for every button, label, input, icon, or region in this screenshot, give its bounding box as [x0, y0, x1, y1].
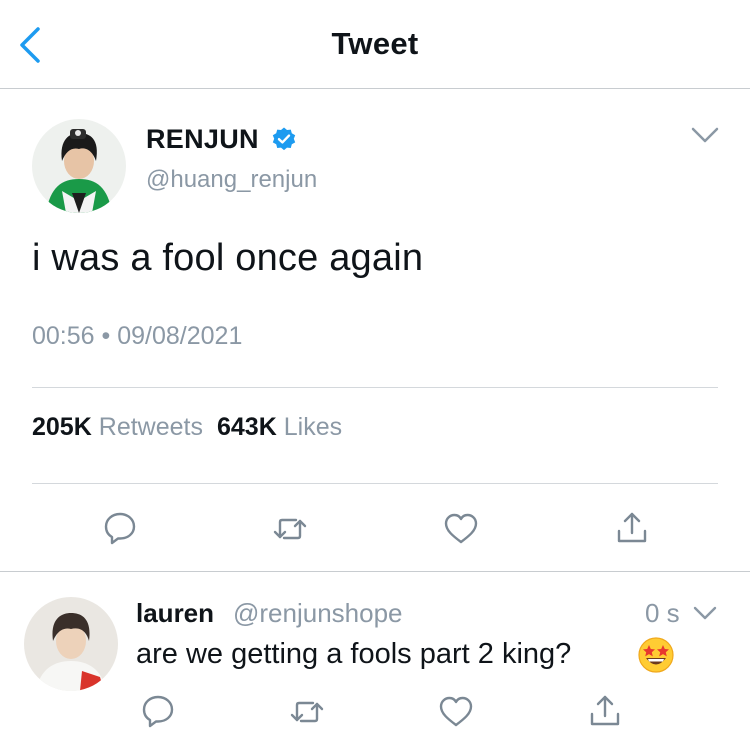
- tweet-text: i was a fool once again: [32, 237, 424, 279]
- retweet-icon[interactable]: [289, 694, 325, 730]
- star-struck-emoji-icon: [638, 637, 674, 673]
- divider: [32, 483, 718, 484]
- retweets-label[interactable]: Retweets: [99, 413, 203, 442]
- reply-text: are we getting a fools part 2 king?: [136, 638, 572, 670]
- likes-label[interactable]: Likes: [284, 413, 342, 442]
- share-icon[interactable]: [587, 693, 623, 729]
- likes-count[interactable]: 643K: [217, 413, 277, 442]
- share-icon[interactable]: [614, 510, 650, 546]
- author-name[interactable]: RENJUN: [146, 124, 259, 155]
- nav-bar: Tweet: [0, 0, 750, 89]
- reply-timestamp: 0 s: [645, 598, 680, 628]
- page-title: Tweet: [331, 26, 419, 61]
- like-icon[interactable]: [438, 694, 474, 730]
- reply-avatar[interactable]: [24, 597, 118, 691]
- divider: [0, 571, 750, 572]
- chevron-down-icon[interactable]: [690, 125, 720, 145]
- reply-author-name[interactable]: lauren: [136, 598, 214, 629]
- reply-icon[interactable]: [140, 693, 176, 729]
- retweet-icon[interactable]: [272, 511, 308, 547]
- tweet-time: 00:56: [32, 322, 95, 350]
- like-icon[interactable]: [443, 511, 479, 547]
- tweet-stats: 205K Retweets 643K Likes: [32, 413, 356, 442]
- tweet-date: 09/08/2021: [117, 322, 243, 350]
- author-handle[interactable]: @huang_renjun: [146, 166, 317, 194]
- tweet-timestamp: 00:56 • 09/08/2021: [32, 322, 242, 351]
- meta-separator: •: [101, 322, 111, 350]
- verified-badge-icon: [272, 127, 296, 151]
- reply-icon[interactable]: [102, 510, 138, 546]
- avatar[interactable]: [32, 119, 126, 213]
- divider: [32, 387, 718, 388]
- chevron-down-icon[interactable]: [692, 603, 718, 623]
- retweets-count[interactable]: 205K: [32, 413, 92, 442]
- reply-author-handle[interactable]: @renjunshope: [233, 598, 403, 629]
